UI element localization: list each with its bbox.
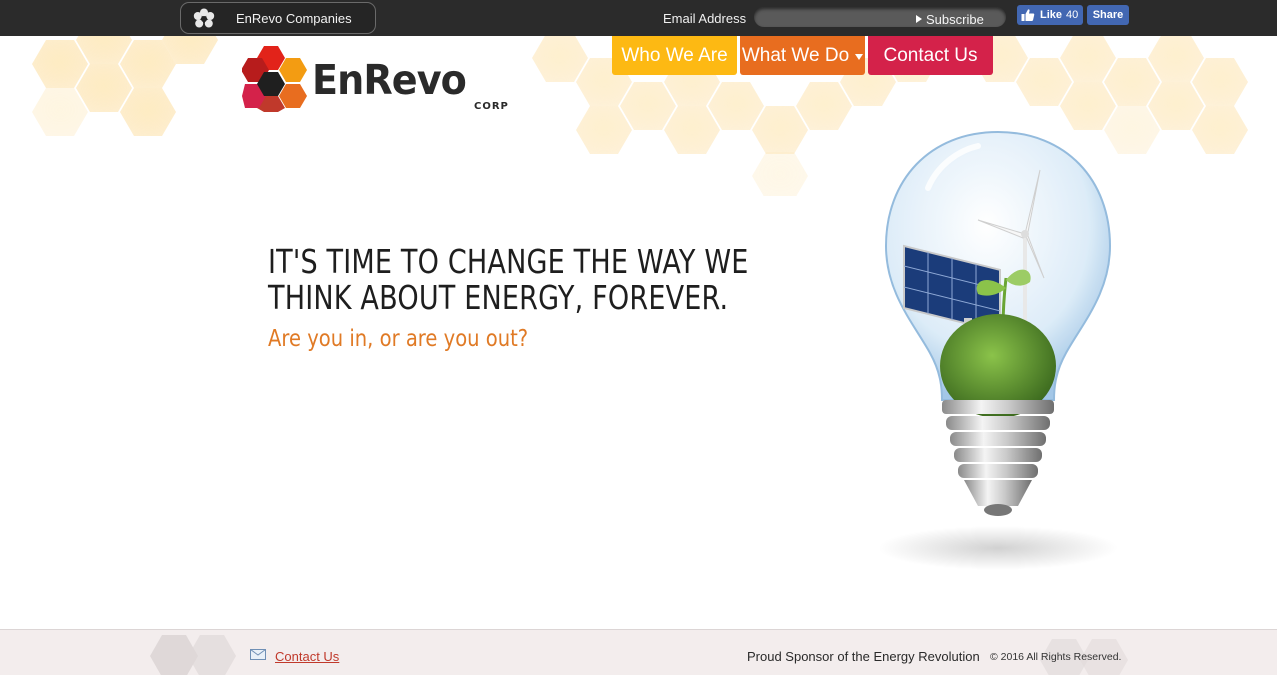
- flower-icon: [193, 8, 215, 28]
- footer: Contact Us Proud Sponsor of the Energy R…: [0, 629, 1277, 675]
- email-field[interactable]: [764, 9, 914, 25]
- nav-tab-label: What We Do: [741, 45, 850, 66]
- play-arrow-icon: [916, 15, 922, 23]
- logo-sub: CORP: [474, 101, 509, 112]
- enrevo-logo[interactable]: EnRevo CORP: [242, 44, 522, 114]
- lightbulb-illustration: [878, 130, 1118, 570]
- enrevo-companies-button[interactable]: EnRevo Companies: [180, 2, 376, 34]
- logo-wordmark: EnRevo: [312, 56, 467, 104]
- like-count: 40: [1066, 9, 1079, 21]
- logo-hex-mark: [242, 46, 307, 112]
- nav-tab-label: Contact Us: [883, 45, 978, 66]
- nav-tab-label: Who We Are: [621, 45, 728, 66]
- footer-contact-link[interactable]: Contact Us: [275, 649, 339, 664]
- mail-icon: [250, 649, 266, 660]
- top-bar: EnRevo Companies Email Address Subscribe…: [0, 0, 1277, 36]
- thumbs-up-icon: [1021, 9, 1035, 21]
- copyright-text: © 2016 All Rights Reserved.: [990, 651, 1122, 663]
- email-address-label: Email Address: [663, 11, 747, 26]
- caret-down-icon: [855, 54, 864, 60]
- nav-tab-who-we-are[interactable]: Who We Are: [612, 36, 737, 75]
- subscribe-label: Subscribe: [926, 12, 984, 27]
- facebook-share-button[interactable]: Share: [1087, 5, 1129, 25]
- companies-label: EnRevo Companies: [236, 11, 352, 26]
- hero-headline: IT'S TIME TO CHANGE THE WAY WE THINK ABO…: [268, 242, 749, 317]
- nav-tab-what-we-do[interactable]: What We Do: [740, 36, 865, 75]
- facebook-like-button[interactable]: Like 40: [1017, 5, 1083, 25]
- hero-headline-line-1: IT'S TIME TO CHANGE THE WAY WE: [268, 242, 749, 281]
- nav-tab-contact-us[interactable]: Contact Us: [868, 36, 993, 75]
- hero-subhead: Are you in, or are you out?: [268, 326, 529, 352]
- sponsor-text: Proud Sponsor of the Energy Revolution: [747, 649, 980, 664]
- like-label: Like: [1040, 9, 1063, 21]
- hero-headline-line-2: THINK ABOUT ENERGY, FOREVER.: [268, 278, 729, 317]
- subscribe-button[interactable]: Subscribe: [916, 12, 984, 27]
